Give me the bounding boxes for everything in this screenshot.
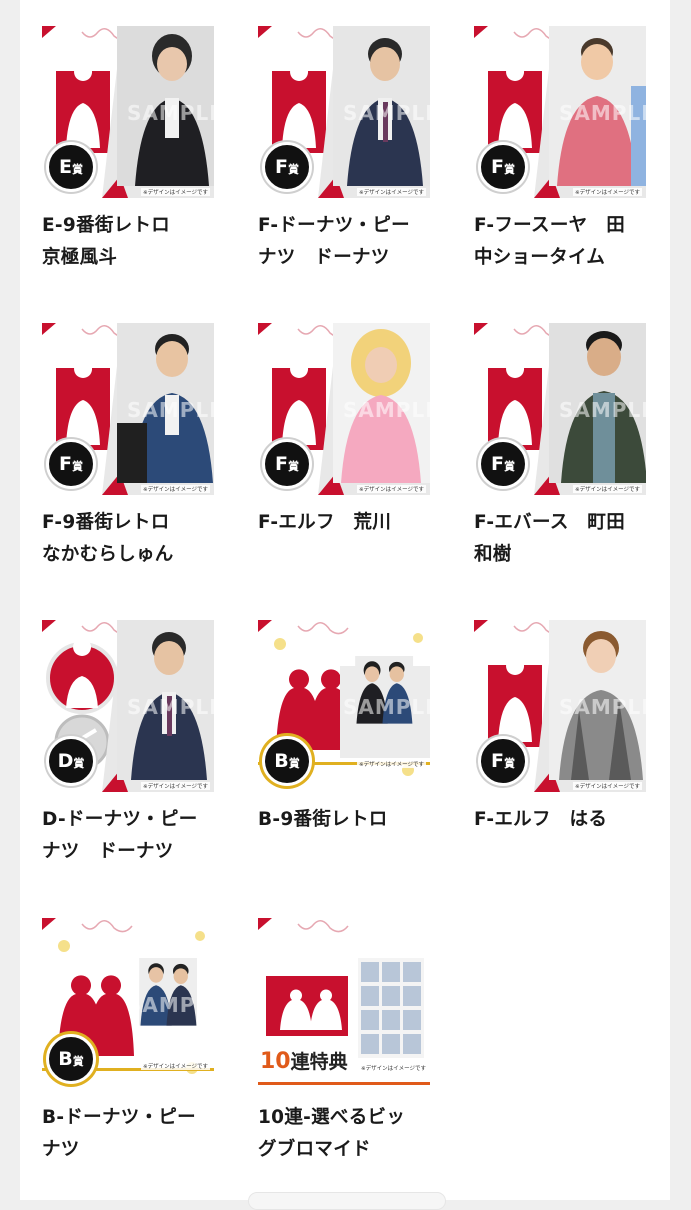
prize-card[interactable]: SAMPLE D賞 ※デザインはイメージです D-ドーナツ・ピーナツ ドーナツ xyxy=(42,620,214,868)
prize-thumbnail: SAMPLE B賞 ※デザインはイメージです xyxy=(258,620,430,792)
prize-card[interactable]: SAMPLE F賞 ※デザインはイメージです F-エルフ 荒川 xyxy=(258,323,430,539)
prize-title: 10連-選べるビッ グブロマイド xyxy=(258,1107,406,1160)
prize-thumbnail: SAMPLE F賞 ※デザインはイメージです xyxy=(258,323,430,495)
design-note: ※デザインはイメージです xyxy=(357,485,426,493)
prize-card[interactable]: SAMPLE E賞 ※デザインはイメージです E-9番街レトロ京極風斗 xyxy=(42,26,214,274)
prize-title: F-エバース 町田 和樹 xyxy=(474,512,626,565)
sample-watermark: SAMPLE xyxy=(559,695,646,719)
prize-title: B-9番街レトロ xyxy=(258,809,388,830)
sample-watermark: SAMPLE xyxy=(127,101,214,125)
design-note: ※デザインはイメージです xyxy=(573,188,642,196)
prize-card[interactable]: SAMPLE F賞 ※デザインはイメージです F-フースーヤ 田中ショータイム xyxy=(474,26,646,274)
sample-watermark: SAMPLE xyxy=(343,695,430,719)
prize-thumbnail: SAMPLE F賞 ※デザインはイメージです xyxy=(474,620,646,792)
prize-title: D-ドーナツ・ピー ナツ ドーナツ xyxy=(42,809,198,862)
design-note: ※デザインはイメージです xyxy=(357,188,426,196)
scroll-indicator xyxy=(248,1192,446,1210)
prize-grade-badge: F賞 xyxy=(478,439,528,489)
prize-grid: SAMPLE E賞 ※デザインはイメージです E-9番街レトロ京極風斗 xyxy=(20,0,670,1200)
prize-grade-badge: D賞 xyxy=(46,736,96,786)
prize-card[interactable]: SAMPLE B賞 ※デザインはイメージです B-9番街レトロ xyxy=(258,620,430,836)
prize-grade-badge: F賞 xyxy=(262,142,312,192)
prize-card[interactable]: SAMPLE F賞 ※デザインはイメージです F-エルフ はる xyxy=(474,620,646,836)
prize-thumbnail: 10連特典 ※デザインはイメージです xyxy=(258,918,430,1090)
prize-grade-badge: F賞 xyxy=(478,142,528,192)
prize-grade-badge: B賞 xyxy=(46,1034,96,1084)
prize-thumbnail: SAMPLE B賞 ※デザインはイメージです xyxy=(42,918,214,1090)
prize-title: F-エルフ 荒川 xyxy=(258,512,392,533)
prize-thumbnail: SAMPLE E賞 ※デザインはイメージです xyxy=(42,26,214,198)
prize-title: E-9番街レトロ 京極風斗 xyxy=(42,215,171,268)
prize-card[interactable]: SAMPLE F賞 ※デザインはイメージです F-ドーナツ・ピーナツ ドーナツ xyxy=(258,26,430,274)
prize-title: B-ドーナツ・ピー ナツ xyxy=(42,1107,196,1160)
prize-thumbnail: SAMPLE F賞 ※デザインはイメージです xyxy=(42,323,214,495)
prize-thumbnail: SAMPLE F賞 ※デザインはイメージです xyxy=(474,26,646,198)
sample-watermark: SAMPLE xyxy=(127,398,214,422)
sample-watermark: SAMPLE xyxy=(559,101,646,125)
prize-thumbnail: SAMPLE F賞 ※デザインはイメージです xyxy=(258,26,430,198)
prize-card[interactable]: SAMPLE B賞 ※デザインはイメージです B-ドーナツ・ピーナツ xyxy=(42,918,214,1166)
design-note: ※デザインはイメージです xyxy=(141,1062,210,1070)
sample-watermark: SAMPLE xyxy=(127,695,214,719)
prize-card[interactable]: SAMPLE F賞 ※デザインはイメージです F-9番街レトロなかむらしゅん xyxy=(42,323,214,571)
design-note: ※デザインはイメージです xyxy=(573,485,642,493)
prize-grade-badge: B賞 xyxy=(262,736,312,786)
prize-card[interactable]: 10連特典 ※デザインはイメージです 10連-選べるビッ グブロマイド xyxy=(258,918,430,1166)
prize-grade-badge: F賞 xyxy=(46,439,96,489)
prize-thumbnail: SAMPLE F賞 ※デザインはイメージです xyxy=(474,323,646,495)
design-note: ※デザインはイメージです xyxy=(573,782,642,790)
sample-watermark: SAMPLE xyxy=(559,398,646,422)
prize-title: F-9番街レトロ なかむらしゅん xyxy=(42,512,174,565)
bonus-label: 10連特典 xyxy=(260,1049,348,1074)
prize-title: F-フースーヤ 田中ショータイム xyxy=(474,215,626,268)
design-note: ※デザインはイメージです xyxy=(141,188,210,196)
sample-watermark: SAMPLE xyxy=(343,398,430,422)
prize-title: F-エルフ はる xyxy=(474,809,608,830)
sample-watermark: SAMPLE xyxy=(343,101,430,125)
design-note: ※デザインはイメージです xyxy=(361,1066,426,1072)
prize-thumbnail: SAMPLE D賞 ※デザインはイメージです xyxy=(42,620,214,792)
design-note: ※デザインはイメージです xyxy=(141,782,210,790)
sample-watermark: SAMPLE xyxy=(127,993,214,1017)
prize-grade-badge: F賞 xyxy=(478,736,528,786)
prize-title: F-ドーナツ・ピー ナツ ドーナツ xyxy=(258,215,410,268)
prize-card[interactable]: SAMPLE F賞 ※デザインはイメージです F-エバース 町田和樹 xyxy=(474,323,646,571)
prize-grade-badge: E賞 xyxy=(46,142,96,192)
prize-grade-badge: F賞 xyxy=(262,439,312,489)
design-note: ※デザインはイメージです xyxy=(141,485,210,493)
design-note: ※デザインはイメージです xyxy=(357,760,426,768)
